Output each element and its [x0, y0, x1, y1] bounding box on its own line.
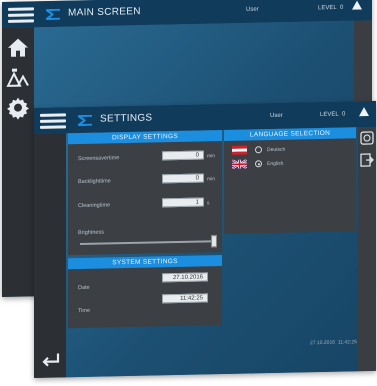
system-settings-panel: SYSTEM SETTINGS Date 27.10.2016 Time 11:…: [68, 255, 222, 329]
brightness-label: Brightness: [78, 229, 104, 237]
settings-sidebar: [34, 133, 66, 378]
english-label: English: [267, 160, 284, 168]
backlight-unit: min: [207, 176, 216, 183]
status-date: 27.10.2016: [310, 339, 336, 347]
home-button[interactable]: [6, 35, 30, 60]
screen-settings-icon[interactable]: [360, 131, 374, 145]
settings-level-label: LEVEL 0: [320, 111, 345, 118]
settings-button[interactable]: [6, 95, 30, 120]
system-settings-header: SYSTEM SETTINGS: [68, 255, 222, 270]
language-selection-panel: LANGUAGE SELECTION Deutsch English: [224, 127, 356, 235]
cleaning-label: Cleaningtime: [78, 202, 111, 210]
settings-user-label: User: [270, 112, 283, 120]
machine-button[interactable]: [6, 65, 30, 90]
screensaver-unit: min: [207, 153, 216, 160]
main-user-label: User: [246, 6, 259, 13]
back-button[interactable]: [38, 347, 62, 372]
settings-level-value: 0: [342, 111, 346, 118]
time-input[interactable]: 11:42:25: [162, 293, 208, 304]
deutsch-label: Deutsch: [267, 146, 286, 154]
brand-logo-icon: [46, 8, 60, 21]
uk-flag-icon: [232, 159, 247, 169]
austria-flag-icon: [232, 145, 247, 155]
screensaver-label: Screensavertime: [78, 155, 120, 163]
main-level-text: LEVEL: [318, 4, 337, 12]
main-warning-icon[interactable]: [352, 0, 362, 10]
home-icon: [8, 38, 28, 57]
language-selection-header: LANGUAGE SELECTION: [224, 127, 356, 142]
date-input[interactable]: 27.10.2016: [162, 272, 208, 283]
date-label: Date: [78, 284, 90, 292]
main-screen-title: MAIN SCREEN: [68, 6, 141, 19]
settings-content-area: DISPLAY SETTINGS Screensavertime 0 min B…: [66, 127, 358, 378]
display-settings-header: DISPLAY SETTINGS: [68, 130, 222, 145]
status-time: 11:42:25: [337, 339, 357, 346]
english-radio[interactable]: [255, 160, 262, 168]
settings-level-text: LEVEL: [320, 111, 339, 119]
settings-screen-window: SETTINGS User LEVEL 0 DISPLAY SETTINGS S…: [34, 100, 376, 378]
settings-right-bar: [358, 126, 376, 372]
backlight-input[interactable]: 0: [162, 173, 204, 184]
gear-icon: [7, 97, 29, 120]
back-arrow-icon: [42, 353, 60, 367]
deutsch-radio[interactable]: [255, 146, 262, 154]
brightness-slider-knob[interactable]: [211, 235, 217, 248]
display-settings-panel: DISPLAY SETTINGS Screensavertime 0 min B…: [68, 130, 222, 256]
settings-logo-icon: [78, 114, 92, 127]
backlight-label: Backlighttime: [78, 178, 111, 186]
settings-menu-button[interactable]: [40, 113, 66, 130]
cleaning-input[interactable]: 1: [162, 197, 204, 208]
main-sidebar: [2, 27, 34, 298]
main-menu-button[interactable]: [8, 7, 34, 24]
machine-icon: [6, 68, 29, 87]
settings-screen-title: SETTINGS: [100, 112, 153, 125]
export-icon[interactable]: [360, 153, 374, 167]
main-level-label: LEVEL 0: [318, 5, 343, 12]
time-label: Time: [78, 307, 91, 315]
screensaver-input[interactable]: 0: [162, 150, 204, 161]
main-level-value: 0: [340, 4, 344, 11]
cleaning-unit: s: [207, 200, 210, 207]
status-datetime: 27.10.2016 11:42:25: [310, 339, 357, 346]
brightness-slider-track[interactable]: [80, 240, 216, 246]
settings-warning-icon[interactable]: [359, 106, 369, 117]
